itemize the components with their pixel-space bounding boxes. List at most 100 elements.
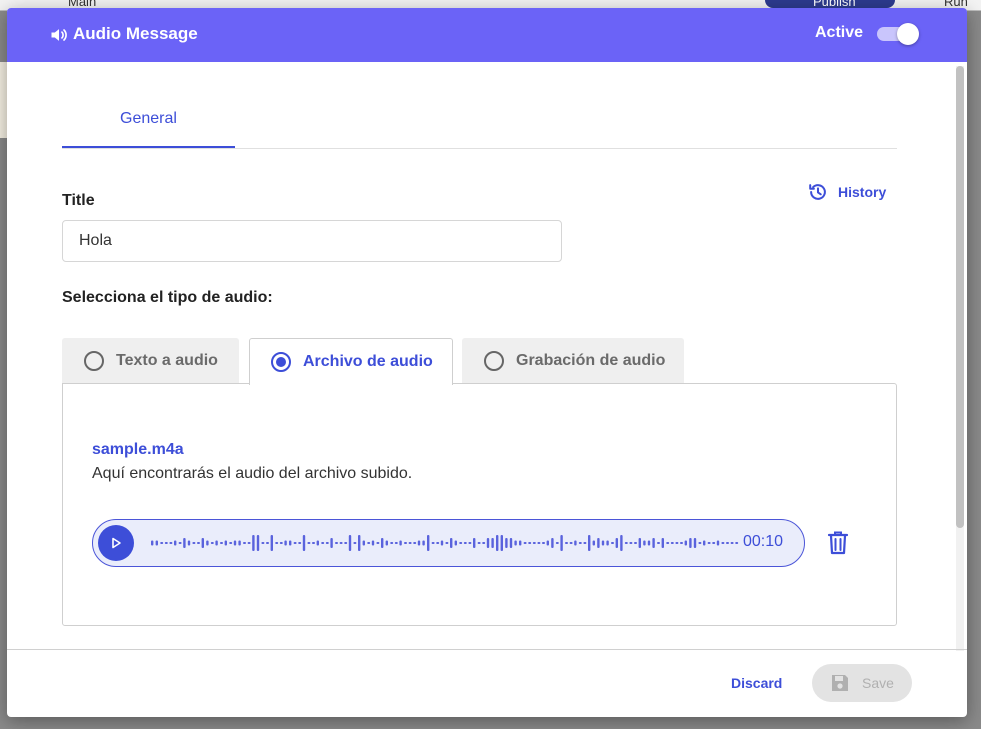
history-button[interactable]: History	[807, 180, 886, 204]
waveform-bar	[597, 538, 600, 548]
active-toggle[interactable]	[877, 23, 919, 45]
waveform-bar	[169, 542, 173, 544]
play-icon	[112, 537, 121, 549]
waveform-bar	[555, 542, 559, 544]
waveform-bar	[344, 542, 348, 544]
file-name: sample.m4a	[92, 441, 184, 458]
waveform-bar	[583, 542, 587, 544]
modal-scrollbar[interactable]	[956, 66, 964, 651]
tab-texto-a-audio[interactable]: Texto a audio	[62, 338, 239, 383]
waveform-bar	[385, 540, 388, 546]
waveform-bar	[339, 542, 343, 544]
waveform-bar	[371, 540, 375, 546]
save-label: Save	[862, 675, 894, 691]
waveform-bar	[151, 540, 154, 546]
waveform-bar	[620, 535, 623, 551]
save-button[interactable]: Save	[812, 664, 912, 702]
waveform-bar	[270, 535, 273, 551]
waveform-bar	[670, 542, 674, 544]
waveform-bar	[486, 538, 490, 548]
audio-time: 00:10	[743, 533, 784, 550]
waveform-bar	[404, 542, 407, 544]
title-input[interactable]	[62, 220, 562, 262]
waveform-bar	[155, 540, 158, 546]
waveform-bar	[726, 542, 729, 544]
waveform-bar	[358, 535, 361, 551]
active-toggle-knob[interactable]	[897, 23, 919, 45]
waveform-bar	[298, 542, 302, 544]
modal-scrollbar-thumb[interactable]	[956, 66, 964, 528]
tab-general[interactable]: General	[62, 98, 235, 148]
waveform-bar	[353, 542, 357, 544]
trash-icon[interactable]	[827, 530, 849, 556]
waveform-bar	[330, 538, 333, 548]
waveform-bar	[477, 542, 481, 544]
audio-type-label: Selecciona el tipo de audio:	[62, 289, 273, 306]
file-description: Aquí encontrarás el audio del archivo su…	[92, 465, 413, 482]
waveform-bar	[698, 542, 702, 544]
waveform-bar	[588, 535, 591, 551]
waveform-bar	[192, 542, 196, 544]
waveform-bar	[703, 540, 706, 546]
waveform-bar	[302, 535, 306, 551]
waveform-bar	[629, 542, 633, 544]
waveform-bar	[652, 538, 655, 548]
waveform-bar	[348, 535, 352, 551]
waveform-bar	[565, 542, 568, 544]
floppy-disk-icon	[832, 675, 849, 691]
background-publish-button: Publish	[765, 0, 895, 9]
waveform-bar	[721, 542, 725, 544]
waveform-bar	[197, 542, 200, 544]
radio-archivo-de-audio[interactable]	[271, 352, 291, 372]
waveform-bar	[275, 542, 279, 544]
waveform-bar	[730, 542, 734, 544]
waveform-bar	[376, 542, 380, 544]
waveform-bar	[210, 542, 214, 544]
speaker-icon	[51, 29, 67, 41]
title-label: Title	[62, 192, 95, 209]
waveform-bar	[657, 542, 660, 544]
waveform-bar	[661, 538, 664, 548]
waveform-bar	[266, 542, 269, 544]
waveform-bar	[261, 542, 265, 544]
waveform-bar	[716, 540, 720, 546]
waveform-bar	[482, 542, 486, 544]
waveform-bar	[689, 538, 692, 548]
audio-message-modal: Audio Message Active General History Tit…	[7, 8, 967, 717]
modal-title: Audio Message	[73, 24, 198, 43]
waveform-bar	[243, 542, 246, 544]
waveform-bar	[624, 542, 628, 544]
tab-grabacion-de-audio[interactable]: Grabación de audio	[462, 338, 684, 383]
waveform-bar	[417, 540, 421, 546]
tab-archivo-de-audio[interactable]: Archivo de audio	[249, 338, 453, 385]
waveform-bar	[233, 540, 237, 546]
waveform-bar	[224, 540, 227, 546]
radio-texto-a-audio[interactable]	[84, 350, 104, 371]
waveform-bar	[707, 542, 711, 544]
waveform-bar	[592, 540, 595, 546]
waveform-bar	[468, 542, 472, 544]
waveform-bar	[693, 538, 697, 548]
waveform-bar	[408, 542, 412, 544]
waveform-bar	[643, 540, 646, 546]
waveform-bar	[491, 538, 494, 548]
play-button[interactable]	[98, 525, 134, 561]
waveform-bar	[523, 542, 527, 544]
waveform-bar	[413, 542, 417, 544]
waveform-bar	[422, 540, 425, 546]
waveform-bar	[638, 538, 641, 548]
footer-divider	[7, 649, 967, 650]
waveform-bar	[307, 542, 311, 544]
waveform-bar	[431, 542, 435, 544]
audio-waveform[interactable]	[150, 530, 740, 556]
waveform-bar	[279, 542, 283, 544]
radio-grabacion-de-audio[interactable]	[484, 350, 504, 371]
waveform-bar	[496, 535, 499, 551]
waveform-bar	[519, 540, 522, 546]
discard-button[interactable]: Discard	[731, 675, 782, 691]
waveform-bar	[247, 542, 251, 544]
waveform-bar	[183, 538, 186, 548]
waveform-bar	[427, 535, 430, 551]
waveform-bar	[606, 540, 609, 546]
waveform-bar	[164, 542, 168, 544]
